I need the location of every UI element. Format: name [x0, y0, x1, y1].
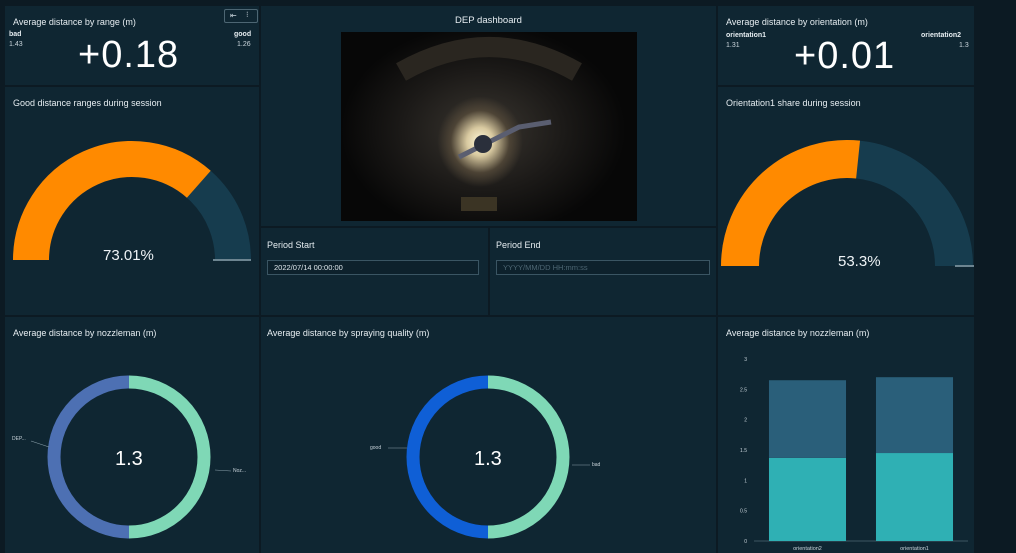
panel-toolbar: ⇤ ⁝ [224, 9, 258, 23]
kpi-orientation-right-value: 1.3 [959, 42, 969, 49]
gauge-orientation-panel: Orientation1 share during session 53.3% [718, 87, 974, 315]
y-tick-label: 3 [744, 357, 747, 363]
bar-orientation1-segment-1 [875, 377, 954, 454]
donut-nozzleman-right-leader [214, 469, 232, 472]
gauge-orientation-percent: 53.3% [838, 253, 881, 270]
dashboard-title: DEP dashboard [455, 15, 522, 26]
donut-quality-panel: Average distance by spraying quality (m)… [261, 317, 716, 553]
kpi-orientation-left-label: orientation1 [726, 32, 767, 39]
bar-orientation1-segment-0 [875, 453, 954, 541]
bar-orientation2-segment-0 [768, 457, 847, 541]
collapse-icon[interactable]: ⇤ [230, 11, 237, 20]
donut-nozzleman-chart [30, 375, 232, 539]
period-start-input[interactable] [267, 260, 479, 275]
donut-nozzleman-center: 1.3 [115, 448, 143, 470]
gauge-good-chart [13, 141, 251, 261]
kpi-orientation-right-label: orientation2 [921, 32, 962, 39]
period-end-input[interactable] [496, 260, 710, 275]
gauge-good-panel: Good distance ranges during session 73.0… [5, 87, 259, 315]
donut-quality-chart [388, 375, 590, 539]
gauge-good-fill [13, 141, 211, 261]
gauge-good-percent: 73.01% [103, 247, 154, 264]
y-tick-label: 2 [744, 418, 747, 424]
kpi-range-delta: +0.18 [78, 34, 180, 76]
x-tick-label: orientation2 [793, 546, 822, 552]
donut-quality-right-legend: bad [592, 462, 601, 468]
kpi-orientation-panel: Average distance by orientation (m) orie… [718, 6, 974, 85]
kpi-range-left-value: 1.43 [9, 41, 23, 48]
gauge-orientation-chart [721, 140, 974, 267]
y-tick-label: 2.5 [740, 387, 747, 393]
bar-orientation2-segment-1 [768, 380, 847, 458]
gauge-orientation-fill [721, 140, 861, 267]
bar-chart: 0 0.5 1 1.5 2 2.5 3 orientation2 orientation1 [740, 357, 968, 552]
y-tick-label: 0.5 [740, 509, 747, 515]
y-tick-label: 1 [744, 478, 747, 484]
kpi-range-right-value: 1.26 [237, 41, 251, 48]
kpi-orientation-title: Average distance by orientation (m) [726, 17, 868, 27]
bar-chart-panel: Average distance by nozzleman (m) 0 0.5 1 1… [718, 317, 974, 553]
kpi-range-title: Average distance by range (m) [13, 17, 136, 27]
x-tick-label: orientation1 [900, 546, 929, 552]
donut-quality-left-legend: good [370, 445, 382, 451]
kpi-orientation-delta: +0.01 [794, 35, 896, 77]
donut-nozzleman-panel: Average distance by nozzleman (m) 1.3 DE… [5, 317, 259, 553]
period-start-label: Period Start [267, 240, 315, 250]
donut-nozzleman-right-legend: Noz... [233, 468, 247, 474]
kpi-orientation-left-value: 1.31 [726, 42, 740, 49]
y-tick-label: 0 [744, 539, 747, 545]
kpi-range-left-label: bad [9, 31, 22, 38]
donut-nozzleman-left-leader [30, 440, 50, 448]
period-end-label: Period End [496, 240, 541, 250]
period-start-panel: Period Start [261, 228, 488, 315]
kpi-range-panel: Average distance by range (m) ⇤ ⁝ bad 1.… [5, 6, 259, 85]
tunnel-photo [341, 32, 637, 221]
more-options-icon[interactable]: ⁝ [246, 10, 249, 19]
period-end-panel: Period End [490, 228, 716, 315]
donut-nozzleman-left-legend: DEP... [12, 436, 26, 442]
kpi-range-right-label: good [234, 31, 252, 38]
y-tick-label: 1.5 [740, 448, 747, 454]
drill-rig-graphic [396, 37, 582, 211]
dashboard-image-panel: DEP dashboard [261, 6, 716, 226]
donut-quality-center: 1.3 [474, 448, 502, 470]
